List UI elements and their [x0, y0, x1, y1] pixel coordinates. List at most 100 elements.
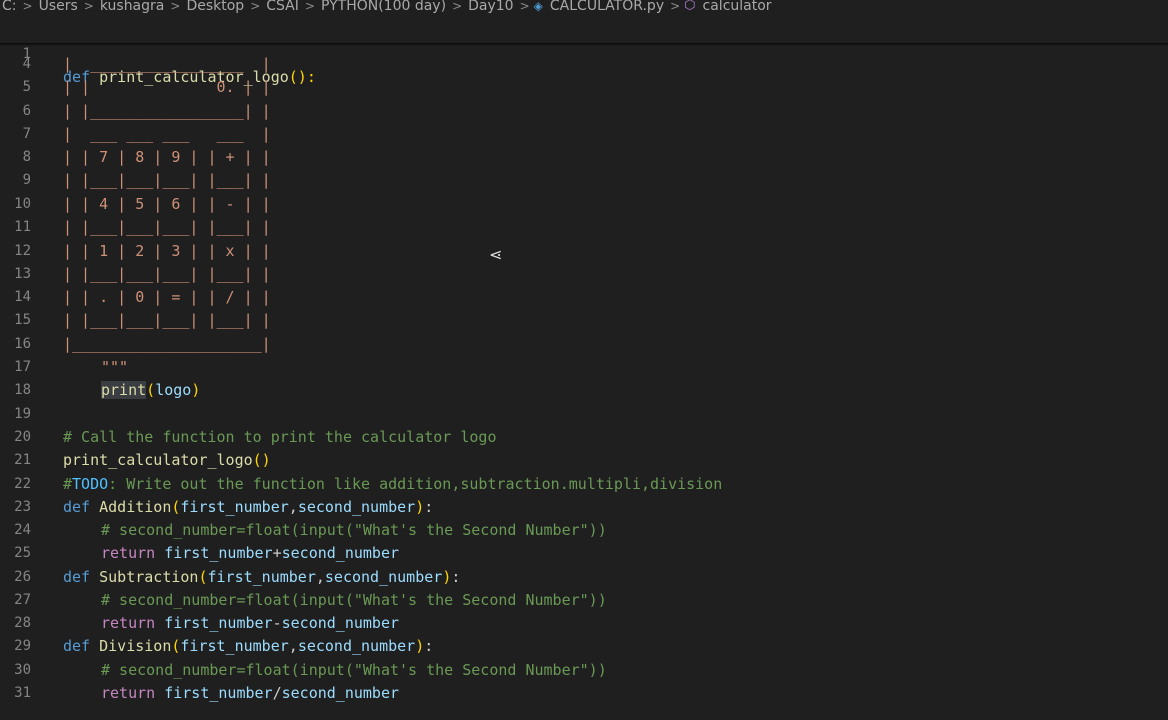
code-line[interactable]: 21 print_calculator_logo(): [0, 449, 1168, 472]
parameter: second_number: [324, 568, 443, 586]
parameter: first_number: [207, 568, 316, 586]
line-number: 15: [14, 312, 31, 328]
operator: +: [272, 544, 282, 562]
comment: # second_number=float(input("What's the …: [101, 591, 607, 609]
function-call: print_calculator_logo: [63, 451, 253, 469]
line-number: 6: [22, 103, 31, 119]
logo-string-line: | |___|___|___| |___| |: [63, 265, 271, 283]
code-line[interactable]: 4 | _________________ |: [0, 53, 1168, 76]
code-line[interactable]: 29 def Division(first_number,second_numbe…: [0, 635, 1168, 658]
symbol-module-icon: ⬡: [684, 0, 696, 13]
logo-string-line: | | 1 | 2 | 3 | | x | |: [63, 242, 271, 260]
chevron-right-icon: >: [452, 0, 463, 13]
logo-string-line: | _________________ |: [63, 55, 271, 73]
code-line[interactable]: 8 | | 7 | 8 | 9 | | + | |: [0, 146, 1168, 169]
line-number: 31: [14, 685, 31, 701]
breadcrumb-item-desktop[interactable]: Desktop: [184, 0, 246, 13]
line-number: 10: [14, 196, 31, 212]
code-line[interactable]: 20 # Call the function to print the calcu…: [0, 426, 1168, 449]
comment: # second_number=float(input("What's the …: [101, 661, 607, 679]
breadcrumb-item-users[interactable]: Users: [37, 0, 80, 13]
breadcrumb-item-user[interactable]: kushagra: [98, 0, 167, 13]
punctuation: ): [191, 381, 201, 399]
operator: /: [272, 684, 282, 702]
code-line[interactable]: 25 return first_number+second_number: [0, 542, 1168, 565]
breadcrumb-item-symbol[interactable]: calculator: [701, 0, 774, 13]
code-line[interactable]: 12 | | 1 | 2 | 3 | | x | |: [0, 240, 1168, 263]
variable: first_number: [164, 614, 273, 632]
code-line[interactable]: 13 | |___|___|___| |___| |: [0, 263, 1168, 286]
logo-string-line: | ___ ___ ___ ___ |: [63, 125, 271, 143]
code-line[interactable]: 17 """: [0, 356, 1168, 379]
line-number: 13: [14, 266, 31, 282]
line-number: 30: [14, 662, 31, 678]
code-line[interactable]: 23 def Addition(first_number,second_numbe…: [0, 496, 1168, 519]
comment: : Write out the function like addition,s…: [108, 475, 723, 493]
python-file-icon: ◈: [533, 0, 543, 13]
code-line[interactable]: 19: [0, 403, 1168, 426]
variable: second_number: [281, 544, 400, 562]
code-line[interactable]: 14 | | . | 0 | = | | / | |: [0, 286, 1168, 309]
logo-string-line: | | . | 0 | = | | / | |: [63, 288, 271, 306]
parameter: second_number: [297, 637, 416, 655]
code-line[interactable]: 30 # second_number=float(input("What's th…: [0, 659, 1168, 682]
keyword: def: [63, 637, 91, 655]
code-line[interactable]: 6 | |_________________| |: [0, 100, 1168, 123]
breadcrumb: C: > Users > kushagra > Desktop > CSAI >…: [0, 0, 1168, 15]
variable: second_number: [281, 684, 400, 702]
breadcrumb-item-drive[interactable]: C:: [0, 0, 19, 13]
line-number: 25: [14, 545, 31, 561]
function-call: print: [101, 381, 147, 399]
code-line[interactable]: 10 | | 4 | 5 | 6 | | - | |: [0, 193, 1168, 216]
code-line[interactable]: 7 | ___ ___ ___ ___ |: [0, 123, 1168, 146]
line-number: 4: [22, 56, 31, 72]
line-number: 7: [22, 126, 31, 142]
punctuation: (: [146, 381, 156, 399]
comment-hash: #: [63, 475, 73, 493]
line-number: 27: [14, 592, 31, 608]
breadcrumb-item-day10[interactable]: Day10: [466, 0, 515, 13]
line-number: 26: [14, 569, 31, 585]
line-number: 11: [14, 219, 31, 235]
sticky-scroll-line[interactable]: 1 def print_calculator_logo():: [0, 20, 1168, 86]
code-line[interactable]: 24 # second_number=float(input("What's th…: [0, 519, 1168, 542]
code-line[interactable]: 27 # second_number=float(input("What's th…: [0, 589, 1168, 612]
keyword: def: [63, 568, 91, 586]
line-number: 12: [14, 243, 31, 259]
line-number: 5: [22, 79, 31, 95]
chevron-right-icon: >: [304, 0, 315, 13]
code-line[interactable]: 31 return first_number/second_number: [0, 682, 1168, 705]
comment: # second_number=float(input("What's the …: [101, 521, 607, 539]
code-line[interactable]: 15 | |___|___|___| |___| |: [0, 309, 1168, 332]
operator: -: [272, 614, 282, 632]
logo-string-line: | |___|___|___| |___| |: [63, 311, 271, 329]
sticky-scroll-shadow: [0, 43, 1168, 46]
code-line[interactable]: 28 return first_number-second_number: [0, 612, 1168, 635]
code-line[interactable]: 26 def Subtraction(first_number,second_nu…: [0, 566, 1168, 589]
function-name: Division: [99, 637, 172, 655]
parameter: first_number: [180, 498, 289, 516]
function-name: Addition: [99, 498, 172, 516]
breadcrumb-item-python[interactable]: PYTHON(100 day): [319, 0, 448, 13]
breadcrumb-item-file[interactable]: CALCULATOR.py: [548, 0, 666, 13]
code-line[interactable]: 22 #TODO: Write out the function like add…: [0, 473, 1168, 496]
keyword: def: [63, 498, 91, 516]
docstring-close: """: [101, 358, 129, 376]
code-line[interactable]: 18 print(logo): [0, 379, 1168, 402]
line-number: 14: [14, 289, 31, 305]
keyword: return: [101, 614, 156, 632]
function-name: Subtraction: [99, 568, 199, 586]
code-line[interactable]: 5 | | 0. | |: [0, 76, 1168, 99]
variable: first_number: [164, 544, 273, 562]
code-line[interactable]: 16 |_____________________|: [0, 333, 1168, 356]
code-line[interactable]: 11 | |___|___|___| |___| |: [0, 216, 1168, 239]
breadcrumb-item-csai[interactable]: CSAI: [264, 0, 301, 13]
line-number: 8: [22, 149, 31, 165]
line-number: 24: [14, 522, 31, 538]
logo-string-line: |_____________________|: [63, 335, 271, 353]
logo-string-line: | | 0. | |: [63, 78, 271, 96]
code-line[interactable]: 9 | |___|___|___| |___| |: [0, 169, 1168, 192]
variable: first_number: [164, 684, 273, 702]
keyword: return: [101, 544, 156, 562]
logo-string-line: | |___|___|___| |___| |: [63, 218, 271, 236]
